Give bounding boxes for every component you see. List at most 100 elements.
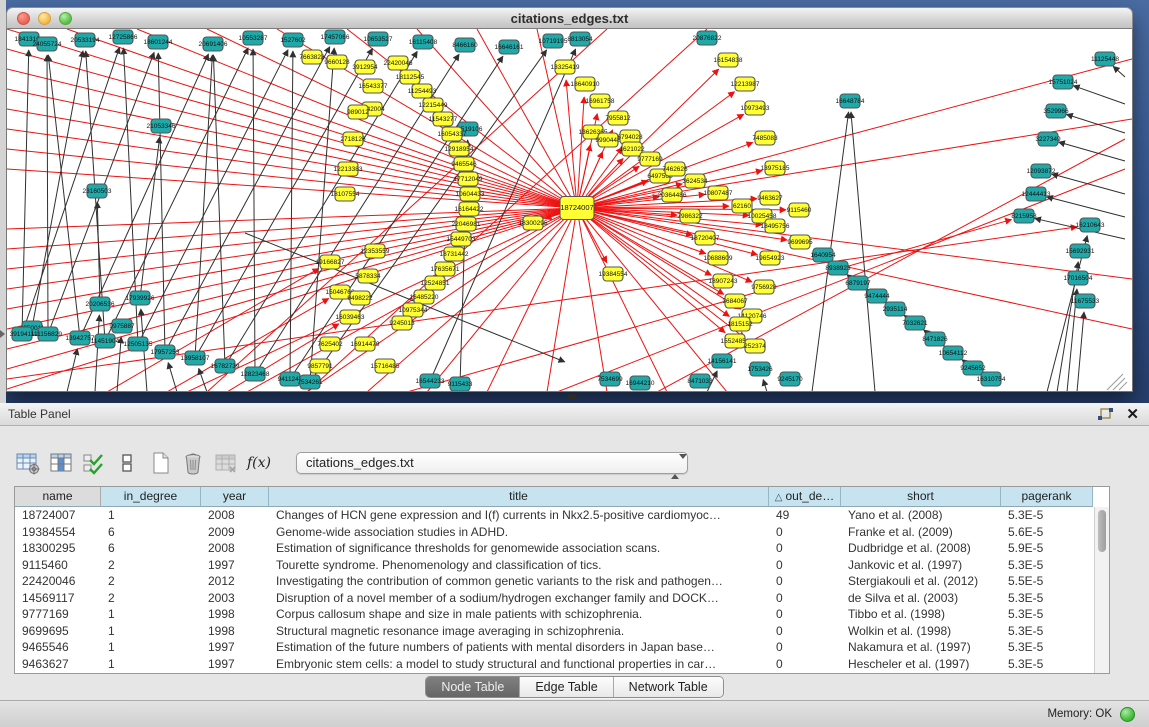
table-row[interactable]: 977716911998Corpus callosum shape and si… (15, 606, 1094, 623)
close-panel-icon[interactable]: ✕ (1126, 403, 1139, 426)
table-scrollbar[interactable] (1094, 507, 1109, 673)
graph-node-label: 10654112 (939, 350, 968, 357)
delete-column-icon[interactable] (181, 450, 205, 476)
table-row[interactable]: 946554611997Estimation of the future num… (15, 639, 1094, 656)
graph-node-label: 16543377 (359, 83, 388, 90)
cell-short: de Silva et al. (2003) (841, 590, 1001, 607)
cell-title: Estimation of significance thresholds fo… (269, 540, 769, 557)
column-header-out_de[interactable]: △out_de… (769, 487, 841, 507)
graph-node-label: 12524851 (421, 280, 450, 287)
show-columns-icon[interactable] (49, 450, 73, 476)
tab-network-table[interactable]: Network Table (613, 677, 723, 697)
graph-node-label: 19654923 (756, 255, 785, 262)
scrollbar-thumb[interactable] (1098, 510, 1106, 552)
table-row[interactable]: 946362711997Embryonic stem cells: a mode… (15, 656, 1094, 673)
graph-node-label: 7462626 (662, 166, 688, 173)
graph-node-label: 23160503 (83, 188, 112, 195)
graph-node-label: 1640954 (810, 252, 836, 259)
graph-node-label: 1815152 (727, 321, 753, 328)
cell-title: Structural magnetic resonance image aver… (269, 623, 769, 640)
tab-edge-table[interactable]: Edge Table (519, 677, 612, 697)
graph-node-label: 10975344 (399, 307, 428, 314)
graph-node-label: 10973493 (741, 105, 770, 112)
cell-in_degree: 6 (101, 540, 201, 557)
column-header-year[interactable]: year (201, 487, 269, 507)
graph-node-label: 17016504 (1064, 275, 1093, 282)
graph-node-label: 20206536 (86, 301, 115, 308)
graph-node-label: 3912954 (352, 64, 378, 71)
cell-title: Tourette syndrome. Phenomenology and cla… (269, 557, 769, 574)
new-column-icon[interactable] (148, 450, 172, 476)
memory-status-label: Memory: OK (1047, 708, 1112, 720)
cell-out_de: 0 (769, 590, 841, 607)
minimize-window-button[interactable] (38, 12, 51, 25)
graph-node-label: 2718126 (340, 136, 366, 143)
cell-name: 19384554 (15, 524, 101, 541)
cell-in_degree: 1 (101, 507, 201, 524)
table-row[interactable]: 911546021997Tourette syndrome. Phenomeno… (15, 557, 1094, 574)
cell-pagerank: 5.5E-5 (1001, 573, 1093, 590)
dock-arrow-icon[interactable] (0, 330, 5, 338)
cell-title: Investigating the contribution of common… (269, 573, 769, 590)
cell-year: 1997 (201, 656, 269, 673)
float-panel-icon[interactable] (1097, 407, 1113, 422)
stacked-squares-icon[interactable] (115, 450, 139, 476)
panel-splitter-handle[interactable] (567, 394, 577, 399)
graph-node-label: 16646161 (495, 44, 524, 51)
table-row[interactable]: 1456911722003Disruption of a novel membe… (15, 590, 1094, 607)
function-builder-icon[interactable]: f(x) (247, 450, 271, 476)
cell-year: 2003 (201, 590, 269, 607)
cell-short: Yano et al. (2008) (841, 507, 1001, 524)
cell-out_de: 0 (769, 524, 841, 541)
column-header-short[interactable]: short (841, 487, 1001, 507)
graph-node-label: 9660128 (324, 59, 350, 66)
sort-ascending-icon: △ (775, 492, 783, 503)
graph-node-label: 16944210 (626, 380, 655, 387)
graph-node-label: 16054337 (438, 131, 467, 138)
cell-name: 9699695 (15, 623, 101, 640)
graph-node-label: 9463627 (757, 195, 783, 202)
cell-short: Stergiakouli et al. (2012) (841, 573, 1001, 590)
citation-graph[interactable]: 1841310424055724205331941272586618601244… (7, 29, 1132, 392)
graph-node-label: 10604433 (456, 191, 485, 198)
zoom-window-button[interactable] (59, 12, 72, 25)
table-row[interactable]: 1872400712008Changes of HCN gene express… (15, 507, 1094, 524)
network-view-window[interactable]: citations_edges.txt 18413104240557242053… (6, 7, 1133, 392)
graph-node-label: 12505135 (124, 341, 153, 348)
tab-node-table[interactable]: Node Table (426, 677, 519, 697)
column-header-in_degree[interactable]: in_degree (101, 487, 201, 507)
dropdown-stepper-icon (671, 457, 680, 471)
cell-name: 18724007 (15, 507, 101, 524)
network-canvas[interactable]: 1841310424055724205331941272586618601244… (6, 29, 1133, 392)
column-header-pagerank[interactable]: pagerank (1001, 487, 1093, 507)
graph-node-label: 12213987 (731, 81, 760, 88)
graph-node-label: 16485220 (410, 294, 439, 301)
row-checks-icon[interactable] (82, 450, 106, 476)
graph-node-label: 252374 (744, 343, 766, 350)
window-titlebar[interactable]: citations_edges.txt (6, 7, 1133, 29)
column-header-name[interactable]: name (15, 487, 101, 507)
column-header-title[interactable]: title (269, 487, 769, 507)
table-select-dropdown[interactable]: citations_edges.txt (296, 452, 688, 474)
table-row[interactable]: 1938455462009Genome-wide association stu… (15, 524, 1094, 541)
close-window-button[interactable] (17, 12, 30, 25)
table-row[interactable]: 2242004622012Investigating the contribut… (15, 573, 1094, 590)
graph-node-label: 7032621 (902, 320, 928, 327)
cell-out_de: 0 (769, 557, 841, 574)
table-settings-icon[interactable] (16, 450, 40, 476)
status-bar: Memory: OK (0, 700, 1149, 727)
memory-ok-icon[interactable] (1120, 707, 1135, 722)
cell-short: Hescheler et al. (1997) (841, 656, 1001, 673)
cell-in_degree: 2 (101, 590, 201, 607)
delete-table-icon[interactable] (214, 450, 238, 476)
table-row[interactable]: 1830029562008Estimation of significance … (15, 540, 1094, 557)
cell-in_degree: 1 (101, 639, 201, 656)
cell-year: 2012 (201, 573, 269, 590)
node-table: namein_degreeyeartitle△out_de…shortpager… (14, 486, 1110, 674)
graph-node-label: 7986322 (677, 213, 703, 220)
graph-node-label: 18107554 (331, 191, 360, 198)
cell-title: Estimation of the future numbers of pati… (269, 639, 769, 656)
table-row[interactable]: 969969511998Structural magnetic resonanc… (15, 623, 1094, 640)
graph-node-label: 18112545 (396, 74, 425, 81)
graph-node-label: 10719195 (539, 38, 568, 45)
